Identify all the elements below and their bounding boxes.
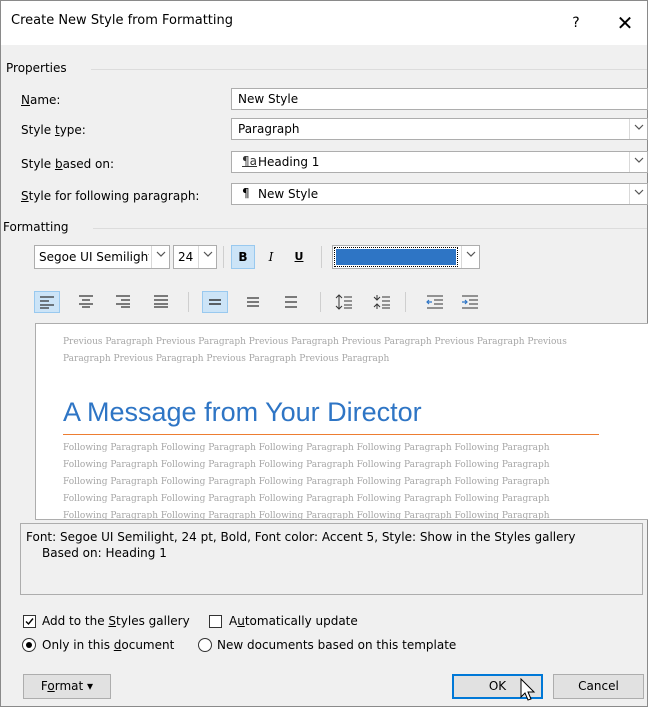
add-to-styles-gallery-label[interactable]: Add to the Styles gallery bbox=[42, 614, 190, 628]
close-button[interactable]: ✕ bbox=[609, 9, 641, 37]
heading-underline-rule bbox=[63, 434, 599, 435]
italic-button[interactable]: I bbox=[259, 245, 283, 269]
style-description: Font: Segoe UI Semilight, 24 pt, Bold, F… bbox=[20, 523, 643, 595]
chevron-down-icon[interactable] bbox=[629, 184, 647, 204]
paragraph-mark-icon: ¶ bbox=[242, 186, 250, 200]
properties-section-label: Properties bbox=[6, 61, 67, 75]
caret-down-icon: ▾ bbox=[87, 679, 94, 693]
align-center-button[interactable] bbox=[74, 291, 100, 313]
chevron-down-icon[interactable] bbox=[151, 246, 169, 268]
align-center-icon bbox=[79, 295, 93, 308]
chevron-down-icon[interactable] bbox=[198, 246, 216, 268]
single-spacing-icon bbox=[209, 299, 221, 305]
toolbar-separator bbox=[223, 246, 224, 268]
automatically-update-label[interactable]: Automatically update bbox=[229, 614, 358, 628]
font-color-swatch bbox=[334, 247, 458, 267]
one-half-spacing-button[interactable] bbox=[241, 291, 267, 313]
font-size-combobox[interactable]: 24 bbox=[173, 245, 217, 269]
single-spacing-button[interactable] bbox=[202, 291, 228, 313]
chevron-down-icon[interactable] bbox=[629, 152, 647, 172]
following-paragraph-text: Following Paragraph Following Paragraph … bbox=[63, 440, 603, 520]
cancel-button[interactable]: Cancel bbox=[553, 674, 644, 699]
chevron-down-icon[interactable] bbox=[461, 246, 479, 268]
justify-icon bbox=[154, 295, 168, 308]
increase-indent-icon bbox=[462, 295, 478, 309]
align-left-button[interactable] bbox=[34, 291, 60, 313]
toolbar-separator bbox=[320, 292, 321, 312]
style-description-line2: Based on: Heading 1 bbox=[42, 546, 167, 560]
name-input[interactable]: New Style bbox=[231, 88, 648, 110]
following-paragraph-dropdown[interactable]: ¶ New Style bbox=[231, 183, 648, 205]
toolbar-separator bbox=[405, 292, 406, 312]
following-line: Following Paragraph Following Paragraph … bbox=[63, 477, 550, 487]
style-description-line1: Font: Segoe UI Semilight, 24 pt, Bold, F… bbox=[26, 530, 576, 544]
automatically-update-checkbox[interactable] bbox=[209, 615, 222, 628]
following-line: Following Paragraph Following Paragraph … bbox=[63, 511, 550, 520]
align-left-icon bbox=[40, 296, 54, 309]
font-color-dropdown[interactable] bbox=[332, 245, 480, 269]
name-input-value: New Style bbox=[238, 92, 299, 106]
increase-spacing-icon bbox=[335, 294, 352, 310]
font-name-combobox[interactable]: Segoe UI Semilight bbox=[34, 245, 170, 269]
following-paragraph-value: New Style bbox=[258, 187, 319, 201]
style-type-value: Paragraph bbox=[238, 122, 300, 136]
toolbar-separator bbox=[188, 292, 189, 312]
font-size-value: 24 bbox=[178, 250, 194, 264]
decrease-indent-button[interactable] bbox=[422, 291, 448, 313]
create-style-dialog: Create New Style from Formatting ? ✕ Pro… bbox=[0, 0, 648, 707]
chevron-down-icon[interactable] bbox=[629, 119, 647, 139]
help-button[interactable]: ? bbox=[561, 9, 591, 37]
formatting-section-label: Formatting bbox=[3, 220, 69, 234]
following-line: Following Paragraph Following Paragraph … bbox=[63, 494, 550, 504]
align-right-button[interactable] bbox=[111, 291, 137, 313]
bold-button[interactable]: B bbox=[231, 245, 255, 269]
mouse-pointer-icon bbox=[520, 678, 536, 701]
underline-button[interactable]: U bbox=[287, 245, 311, 269]
double-spacing-icon bbox=[285, 296, 297, 308]
based-on-value: Heading 1 bbox=[258, 155, 320, 169]
only-this-document-radio[interactable] bbox=[22, 638, 36, 652]
style-type-label: Style type: bbox=[21, 123, 86, 137]
following-paragraph-label: Style for following paragraph: bbox=[21, 189, 200, 203]
following-line: Following Paragraph Following Paragraph … bbox=[63, 460, 550, 470]
linked-paragraph-style-icon: ¶a bbox=[242, 154, 257, 168]
preview-heading: A Message from Your Director bbox=[63, 397, 422, 427]
radio-selected-dot bbox=[26, 642, 32, 648]
add-to-styles-gallery-checkbox[interactable] bbox=[23, 615, 36, 628]
increase-indent-button[interactable] bbox=[457, 291, 483, 313]
checkmark-icon bbox=[25, 618, 34, 626]
following-line: Following Paragraph Following Paragraph … bbox=[63, 443, 550, 453]
increase-paragraph-spacing-button[interactable] bbox=[331, 291, 357, 313]
name-label: Name: bbox=[21, 93, 61, 107]
style-type-dropdown[interactable]: Paragraph bbox=[231, 118, 648, 140]
decrease-indent-icon bbox=[426, 295, 443, 309]
double-spacing-button[interactable] bbox=[279, 291, 305, 313]
one-half-spacing-icon bbox=[247, 297, 259, 307]
properties-divider bbox=[91, 69, 647, 70]
title-bar: Create New Style from Formatting ? ✕ bbox=[1, 1, 647, 45]
based-on-dropdown[interactable]: ¶a Heading 1 bbox=[231, 151, 648, 173]
justify-button[interactable] bbox=[149, 291, 175, 313]
new-documents-template-label[interactable]: New documents based on this template bbox=[217, 638, 456, 652]
formatting-divider bbox=[93, 228, 647, 229]
format-menu-button[interactable]: Format ▾ bbox=[23, 674, 111, 699]
toolbar-separator bbox=[321, 246, 322, 268]
new-documents-template-radio[interactable] bbox=[198, 638, 212, 652]
decrease-spacing-icon bbox=[373, 295, 390, 309]
dialog-title: Create New Style from Formatting bbox=[11, 13, 233, 28]
align-right-icon bbox=[116, 295, 130, 308]
based-on-label: Style based on: bbox=[21, 157, 115, 171]
style-preview-pane: Previous Paragraph Previous Paragraph Pr… bbox=[35, 323, 648, 520]
font-name-value: Segoe UI Semilight bbox=[39, 250, 149, 264]
previous-paragraph-text: Previous Paragraph Previous Paragraph Pr… bbox=[63, 337, 567, 364]
only-this-document-label[interactable]: Only in this document bbox=[42, 638, 174, 652]
decrease-paragraph-spacing-button[interactable] bbox=[369, 291, 395, 313]
